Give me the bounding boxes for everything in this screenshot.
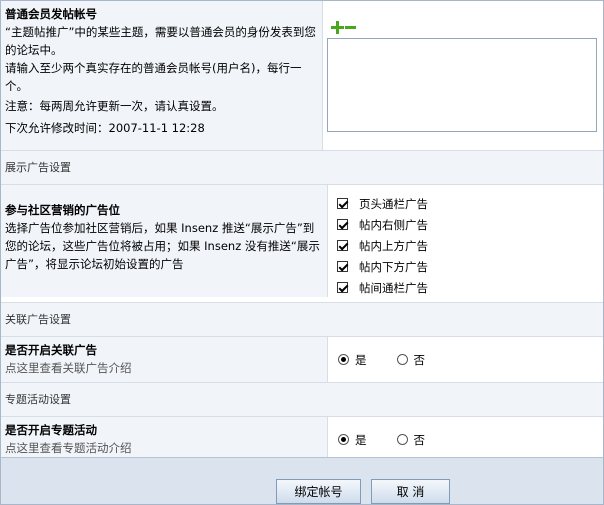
related-ads-no-option[interactable]: 否 [396,352,426,368]
radio-label: 是 [355,432,367,447]
account-title: 普通会员发帖帐号 [5,7,97,21]
related-ads-row: 是否开启关联广告 点这里查看关联广告介绍 是 否 [1,337,603,383]
account-desc-2: 请输入至少两个真实存在的普通会员帐号(用户名)，每行一个。 [5,61,302,93]
ad-position-option[interactable]: 帖内右侧广告 [334,214,597,235]
ad-positions-row: 参与社区营销的广告位 选择广告位参加社区营销后，如果 Insenz 推送“展示广… [1,185,603,303]
related-ads-section-header: 关联广告设置 [1,303,603,337]
checkbox[interactable] [337,261,348,272]
special-events-yes-option[interactable]: 是 [338,432,367,448]
account-note: 注意：每两周允许更新一次，请认真设置。 [5,99,224,113]
cancel-button[interactable]: 取 消 [371,479,450,504]
option-label: 页头通栏广告 [359,196,428,211]
ad-position-option[interactable]: 帖间通栏广告 [334,277,597,298]
remove-row-icon[interactable] [345,21,356,34]
ad-position-option[interactable]: 页头通栏广告 [334,193,597,214]
account-input-area [323,1,603,150]
radio-label: 否 [413,352,426,367]
ad-positions-description: 参与社区营销的广告位 选择广告位参加社区营销后，如果 Insenz 推送“展示广… [1,185,328,297]
special-events-title: 是否开启专题活动 [5,423,97,437]
radio-button[interactable] [396,434,408,445]
account-description: 普通会员发帖帐号 “主题帖推广”中的某些主题，需要以普通会员的身份发表到您的论坛… [1,1,323,150]
checkbox[interactable] [337,282,348,293]
related-ads-options: 是 否 [328,337,603,382]
ad-positions-desc: 选择广告位参加社区营销后，如果 Insenz 推送“展示广告”到您的论坛，这些广… [5,221,320,271]
option-label: 帖内下方广告 [359,259,428,274]
radio-button[interactable] [396,354,408,365]
checkbox[interactable] [337,240,348,251]
option-label: 帖间通栏广告 [359,280,428,295]
special-events-info-link[interactable]: 点这里查看专题活动介绍 [5,439,323,457]
ad-position-option[interactable]: 帖内下方广告 [334,256,597,277]
display-ads-section-header: 展示广告设置 [1,151,603,185]
radio-label: 否 [413,432,426,447]
related-ads-title: 是否开启关联广告 [5,343,97,357]
account-next-time: 下次允许修改时间：2007-11-1 12:28 [5,121,205,135]
special-events-description: 是否开启专题活动 点这里查看专题活动介绍 [1,417,328,462]
settings-panel: 普通会员发帖帐号 “主题帖推广”中的某些主题，需要以普通会员的身份发表到您的论坛… [0,0,604,505]
option-label: 帖内上方广告 [359,238,428,253]
radio-label: 是 [355,352,367,367]
related-ads-yes-option[interactable]: 是 [338,352,367,368]
radio-button[interactable] [338,434,349,445]
ad-position-option[interactable]: 帖内上方广告 [334,235,597,256]
radio-button[interactable] [338,354,349,365]
account-list-input[interactable] [327,38,597,132]
account-row: 普通会员发帖帐号 “主题帖推广”中的某些主题，需要以普通会员的身份发表到您的论坛… [1,1,603,151]
special-events-no-option[interactable]: 否 [396,432,426,448]
special-events-section-header: 专题活动设置 [1,383,603,417]
special-events-options: 是 否 [328,417,603,462]
add-remove-controls [331,19,597,35]
add-row-icon[interactable] [331,20,344,34]
related-ads-info-link[interactable]: 点这里查看关联广告介绍 [5,359,323,377]
ad-positions-options: 页头通栏广告 帖内右侧广告 帖内上方广告 帖内下方广告 帖间通栏广告 [328,185,603,302]
related-ads-description: 是否开启关联广告 点这里查看关联广告介绍 [1,337,328,382]
ad-positions-title: 参与社区营销的广告位 [5,203,120,217]
button-bar: 绑定帐号 取 消 [1,457,603,504]
checkbox[interactable] [337,198,348,209]
account-desc-1: “主题帖推广”中的某些主题，需要以普通会员的身份发表到您的论坛中。 [5,25,316,57]
option-label: 帖内右侧广告 [359,217,428,232]
checkbox[interactable] [337,219,348,230]
bind-account-button[interactable]: 绑定帐号 [276,479,361,504]
